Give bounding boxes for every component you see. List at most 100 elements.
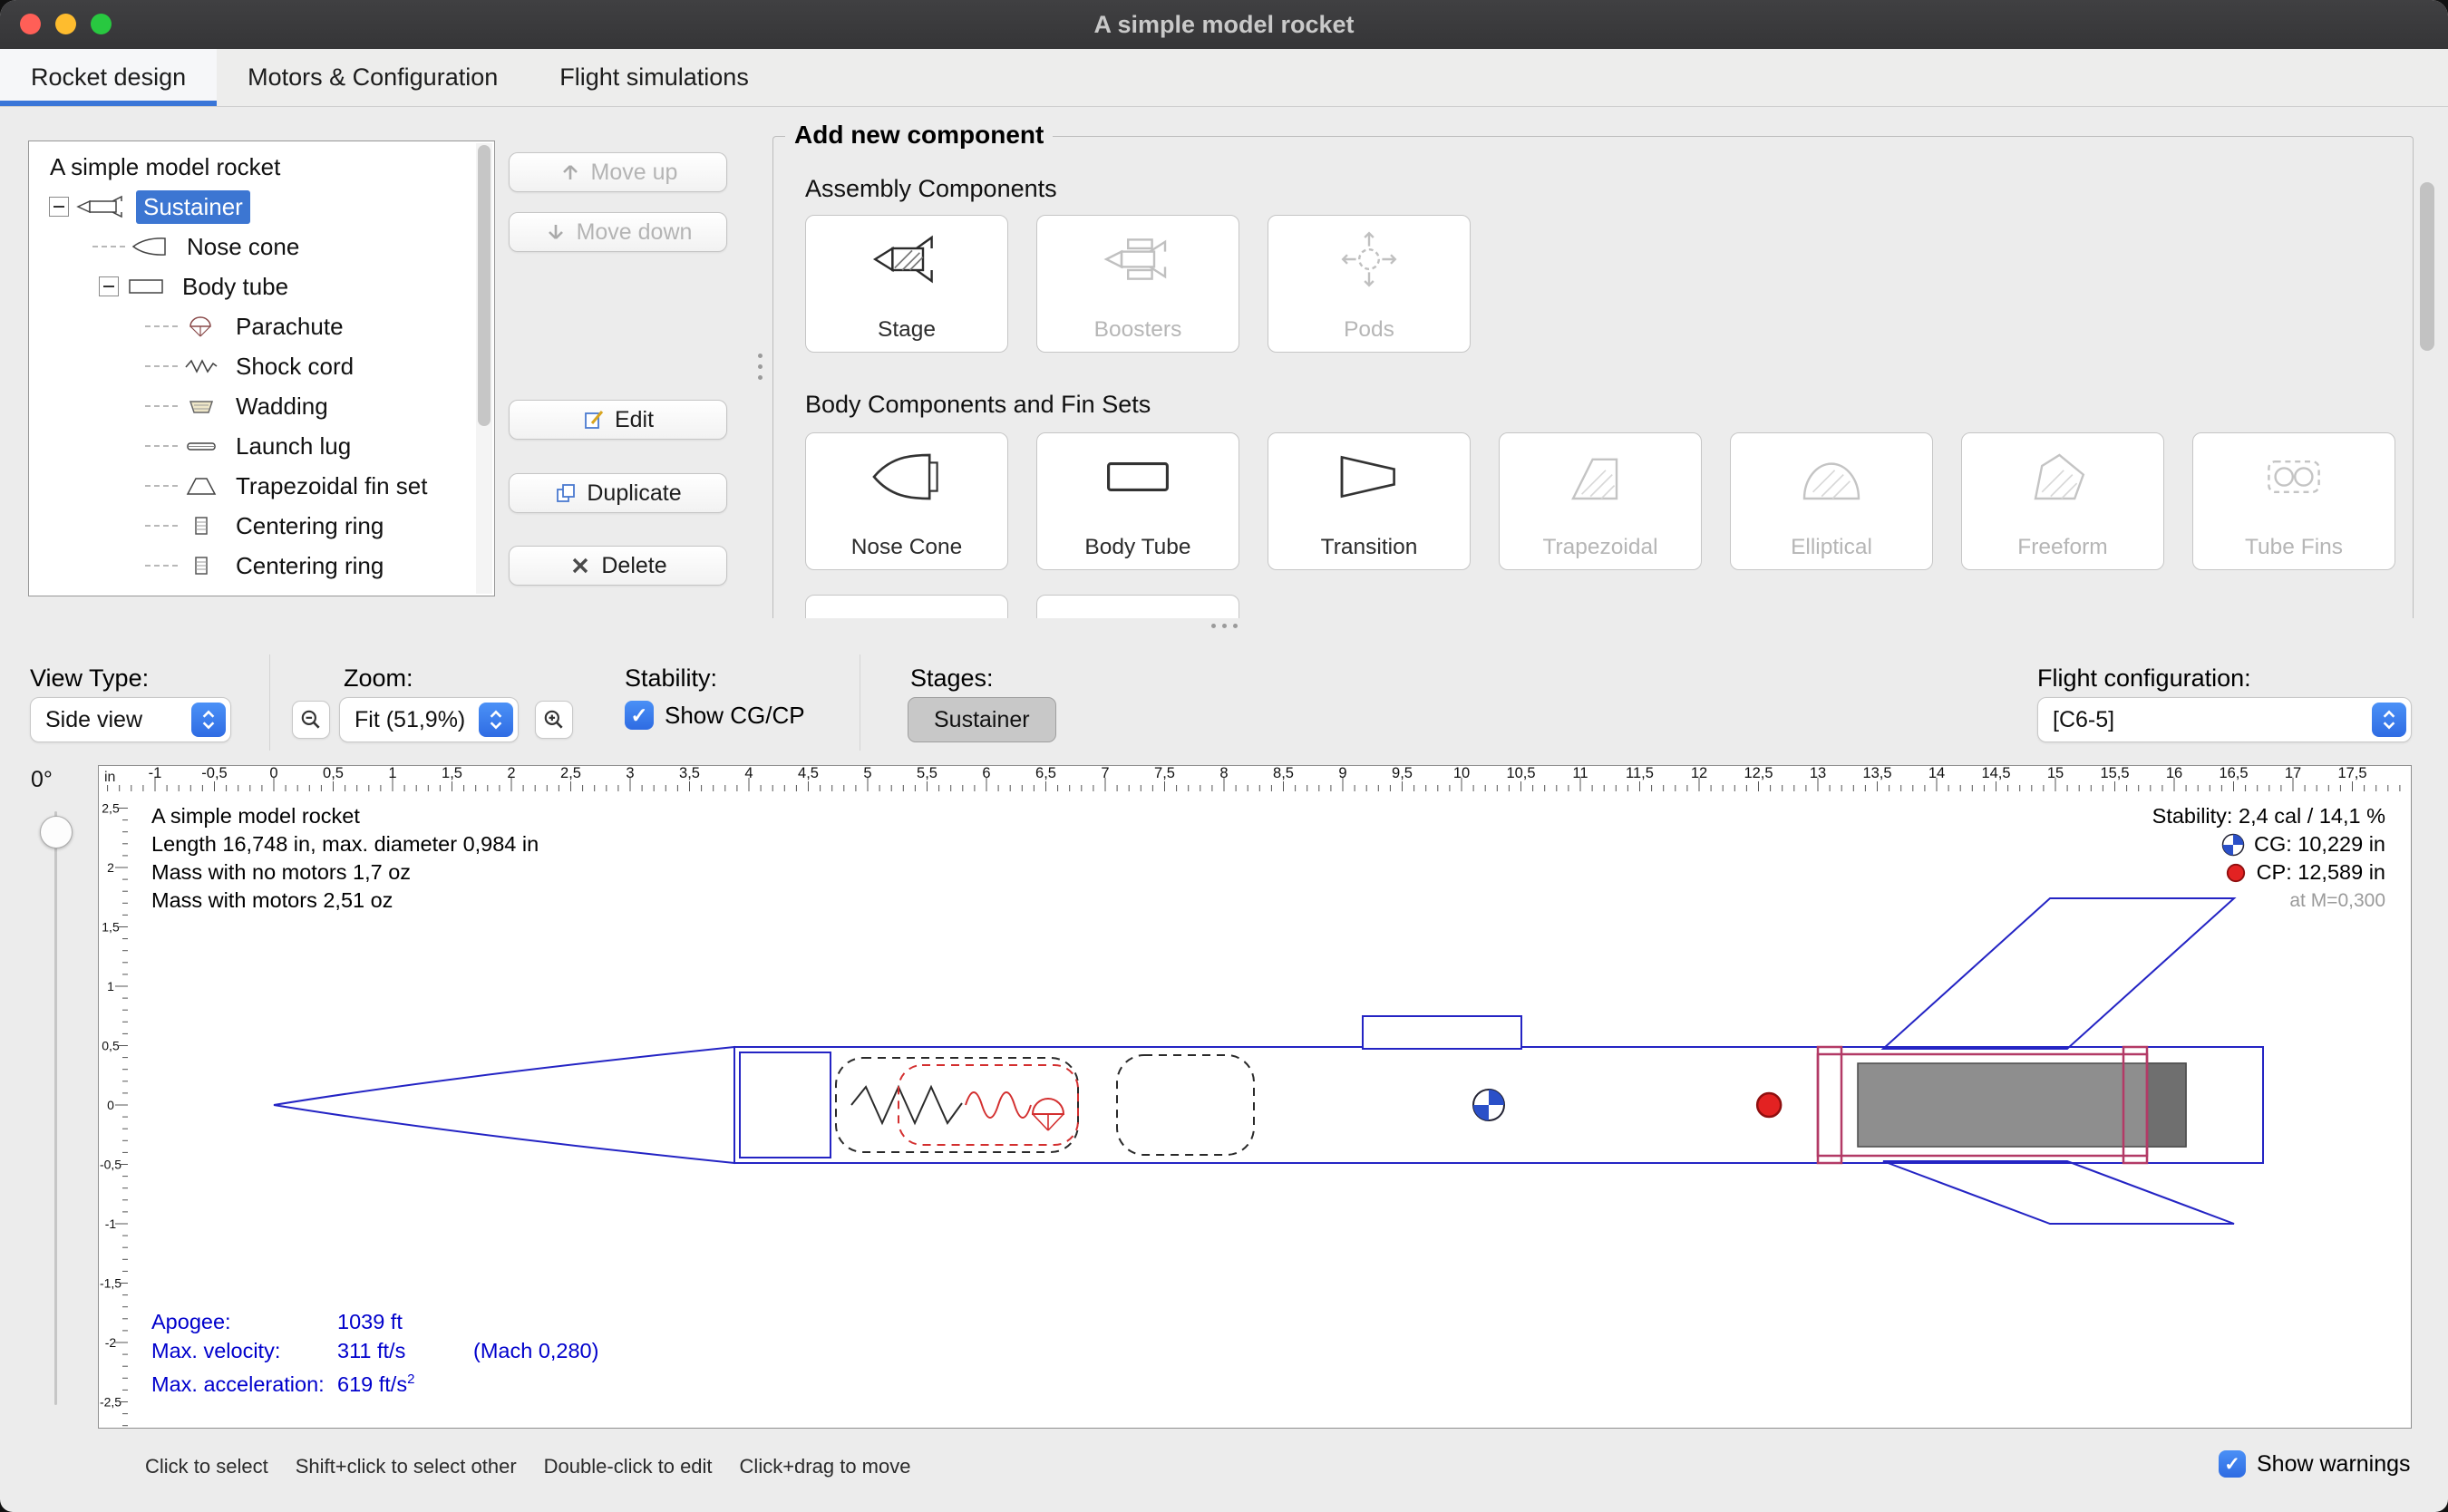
add-nose-cone-button[interactable]: Nose Cone bbox=[805, 432, 1008, 570]
tab-rocket-design[interactable]: Rocket design bbox=[0, 49, 217, 106]
rotation-slider-track[interactable] bbox=[54, 811, 57, 1405]
tree-scrollbar[interactable] bbox=[476, 143, 492, 594]
svg-text:1,5: 1,5 bbox=[102, 920, 120, 935]
add-component-card-clipped[interactable] bbox=[1036, 595, 1239, 618]
nose-cone-shape[interactable] bbox=[274, 1047, 734, 1163]
delete-button[interactable]: Delete bbox=[509, 546, 727, 586]
tab-motors-configuration[interactable]: Motors & Configuration bbox=[217, 49, 529, 106]
show-cgcp-label: Show CG/CP bbox=[665, 702, 805, 730]
add-boosters-button[interactable]: Boosters bbox=[1036, 215, 1239, 353]
horizontal-splitter-handle[interactable] bbox=[1211, 624, 1238, 628]
tree-item-label: Parachute bbox=[228, 310, 351, 344]
zoom-out-button[interactable] bbox=[292, 701, 330, 739]
traffic-lights bbox=[20, 14, 112, 34]
rocket-drawing[interactable] bbox=[274, 898, 2263, 1224]
body-tube-card-icon bbox=[1037, 444, 1239, 509]
launch-lug-icon bbox=[183, 434, 219, 458]
tree-item-trapezoidal-fin-set[interactable]: Trapezoidal fin set bbox=[29, 466, 494, 506]
panel-scrollbar-thumb[interactable] bbox=[2420, 182, 2434, 351]
tree-connector bbox=[145, 365, 178, 367]
tree-item-wadding[interactable]: Wadding bbox=[29, 386, 494, 426]
boosters-icon bbox=[1037, 227, 1239, 292]
add-pods-button[interactable]: Pods bbox=[1268, 215, 1471, 353]
view-type-select[interactable]: Side view bbox=[30, 697, 231, 742]
show-warnings-checkbox[interactable]: ✓ bbox=[2219, 1450, 2246, 1478]
tree-scrollbar-thumb[interactable] bbox=[478, 145, 491, 426]
tree-item-nose-cone[interactable]: Nose cone bbox=[29, 227, 494, 267]
tree-connector bbox=[145, 325, 178, 327]
zoom-select[interactable]: Fit (51,9%) bbox=[339, 697, 519, 742]
tree-connector bbox=[145, 525, 178, 527]
tree-connector bbox=[145, 565, 178, 567]
tab-flight-simulations[interactable]: Flight simulations bbox=[529, 49, 780, 106]
add-component-card-clipped[interactable] bbox=[805, 595, 1008, 618]
edit-icon bbox=[582, 408, 606, 431]
tree-item-launch-lug[interactable]: Launch lug bbox=[29, 426, 494, 466]
collapse-icon[interactable] bbox=[49, 197, 69, 217]
tree-item-label: Trapezoidal fin set bbox=[228, 470, 434, 503]
flight-configuration-select[interactable]: [C6-5] bbox=[2037, 697, 2412, 742]
rocket-info-block: A simple model rocket Length 16,748 in, … bbox=[151, 802, 539, 915]
tree-item-sustainer[interactable]: Sustainer bbox=[29, 187, 494, 227]
svg-text:0,5: 0,5 bbox=[102, 1039, 120, 1053]
duplicate-icon bbox=[554, 481, 578, 505]
show-cgcp-checkbox[interactable]: ✓ bbox=[625, 701, 654, 730]
tree-item-shock-cord[interactable]: Shock cord bbox=[29, 346, 494, 386]
stage-toggle-sustainer[interactable]: Sustainer bbox=[908, 697, 1056, 742]
zoom-in-button[interactable] bbox=[535, 701, 573, 739]
add-tube-fins-button[interactable]: Tube Fins bbox=[2192, 432, 2395, 570]
tree-item-body-tube[interactable]: Body tube bbox=[29, 267, 494, 306]
flight-configuration-label: Flight configuration: bbox=[2037, 664, 2251, 693]
collapse-icon[interactable] bbox=[99, 276, 119, 296]
rocket-canvas[interactable]: -1-0,500,511,522,533,544,555,566,577,588… bbox=[98, 765, 2412, 1429]
tree-item-label: Body tube bbox=[175, 270, 296, 304]
vertical-splitter-handle[interactable] bbox=[758, 354, 763, 380]
tree-item-clipped[interactable] bbox=[29, 586, 494, 596]
select-stepper-icon bbox=[2372, 703, 2406, 737]
move-up-button[interactable]: Move up bbox=[509, 152, 727, 192]
add-freeform-fin-button[interactable]: Freeform bbox=[1961, 432, 2164, 570]
svg-text:0,5: 0,5 bbox=[323, 766, 344, 781]
add-transition-button[interactable]: Transition bbox=[1268, 432, 1471, 570]
minimize-window-button[interactable] bbox=[55, 14, 76, 34]
show-warnings-row: ✓ Show warnings bbox=[2219, 1450, 2411, 1478]
fin-set-icon bbox=[183, 474, 219, 498]
launch-lug-shape[interactable] bbox=[1363, 1016, 1521, 1049]
svg-text:14,5: 14,5 bbox=[1981, 766, 2010, 781]
fin-lower-shape[interactable] bbox=[1883, 1161, 2234, 1224]
add-elliptical-fin-button[interactable]: Elliptical bbox=[1730, 432, 1933, 570]
cg-marker bbox=[1473, 1090, 1504, 1120]
centering-ring-icon bbox=[183, 514, 219, 538]
shock-cord-icon bbox=[183, 354, 219, 378]
svg-text:1,5: 1,5 bbox=[442, 766, 462, 781]
show-cgcp-row: ✓ Show CG/CP bbox=[625, 701, 805, 730]
tree-item-parachute[interactable]: Parachute bbox=[29, 306, 494, 346]
rotation-slider-knob[interactable] bbox=[40, 816, 73, 848]
status-hints: Click to select Shift+click to select ot… bbox=[145, 1455, 910, 1478]
add-stage-button[interactable]: Stage bbox=[805, 215, 1008, 353]
svg-text:8,5: 8,5 bbox=[1273, 766, 1294, 781]
tree-item-label: Sustainer bbox=[136, 190, 250, 224]
edit-button[interactable]: Edit bbox=[509, 400, 727, 440]
view-type-label: View Type: bbox=[30, 664, 149, 693]
arrow-down-icon bbox=[544, 220, 568, 244]
tree-connector bbox=[92, 246, 125, 247]
duplicate-button[interactable]: Duplicate bbox=[509, 473, 727, 513]
delete-icon bbox=[568, 554, 592, 577]
svg-text:12,5: 12,5 bbox=[1744, 766, 1773, 781]
add-body-tube-button[interactable]: Body Tube bbox=[1036, 432, 1239, 570]
tree-item-centering-ring-1[interactable]: Centering ring bbox=[29, 506, 494, 546]
zoom-window-button[interactable] bbox=[91, 14, 112, 34]
tree-item-rocket-root[interactable]: A simple model rocket bbox=[29, 147, 494, 187]
tree-item-centering-ring-2[interactable]: Centering ring bbox=[29, 546, 494, 586]
fin-upper-shape[interactable] bbox=[1883, 898, 2234, 1049]
move-down-button[interactable]: Move down bbox=[509, 212, 727, 252]
tree-connector bbox=[145, 445, 178, 447]
motor-shape[interactable] bbox=[1858, 1063, 2186, 1147]
close-window-button[interactable] bbox=[20, 14, 41, 34]
vertical-ruler: 2,521,510,50-0,5-1-1,5-2-2,5 bbox=[100, 801, 128, 1426]
add-trapezoidal-fin-button[interactable]: Trapezoidal bbox=[1499, 432, 1702, 570]
tree-item-label: Nose cone bbox=[180, 230, 306, 264]
nose-cone-card-icon bbox=[806, 444, 1007, 509]
wadding-icon bbox=[183, 394, 219, 418]
